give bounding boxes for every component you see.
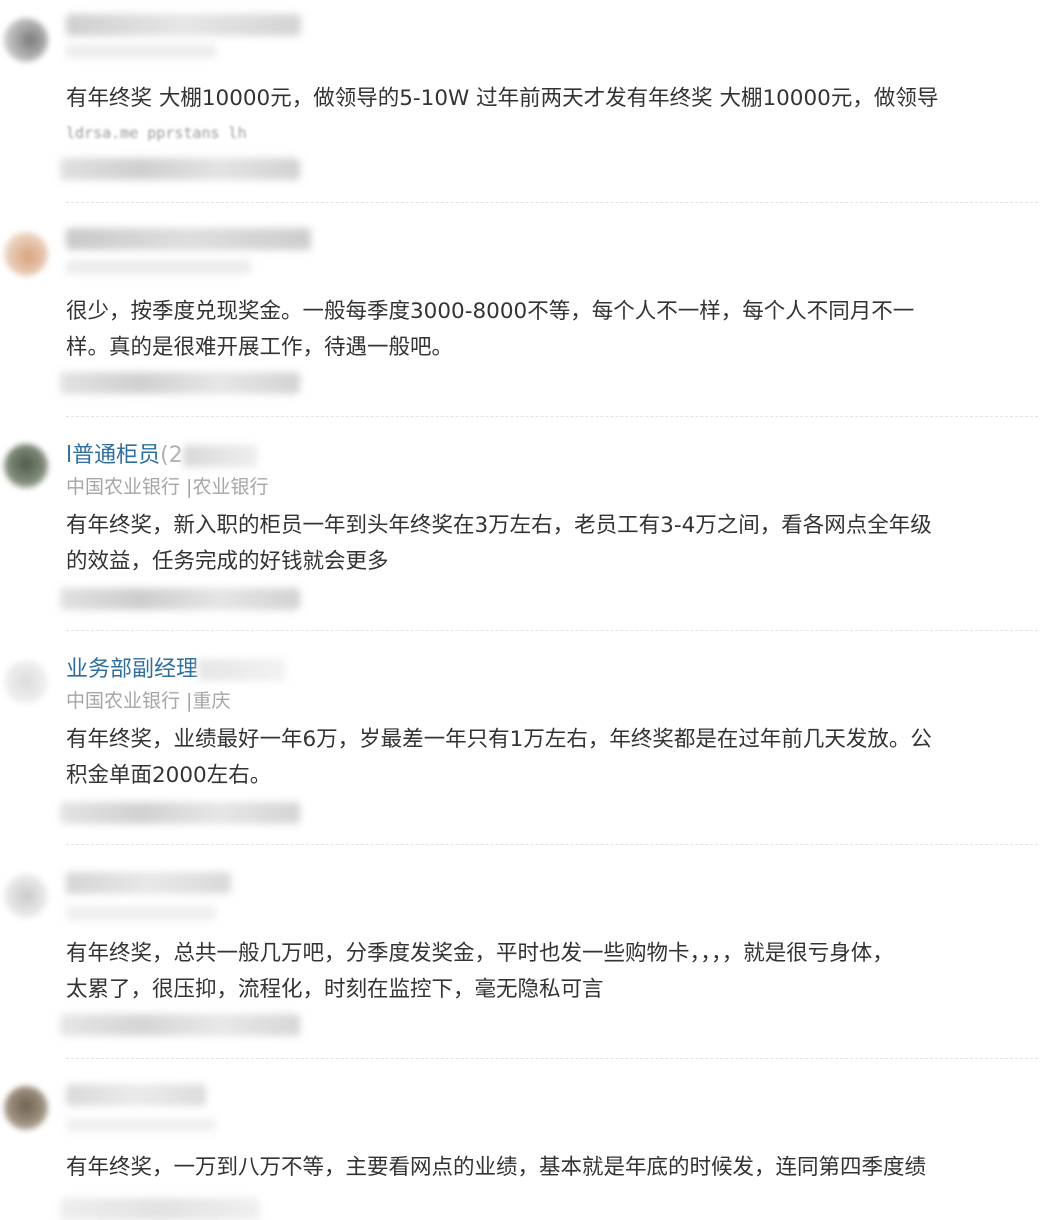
avatar[interactable] — [4, 874, 48, 918]
blurred-caption: ldrsa.me pprstans lh — [66, 124, 247, 142]
comment-meta-blurred — [60, 372, 300, 394]
comment-text: 很少，按季度兑现奖金。一般每季度3000-8000不等，每个人不一样，每个人不同… — [66, 294, 1036, 366]
avatar[interactable] — [4, 660, 48, 704]
username-text[interactable]: l普通柜员 — [66, 443, 160, 468]
username-blurred[interactable] — [66, 14, 301, 36]
divider — [66, 1058, 1038, 1059]
comment-text-line: 有年终奖，一万到八万不等，主要看网点的业绩，基本就是年底的时候发，连同第四季度绩 — [66, 1155, 927, 1180]
company-label[interactable]: 中国农业银行 |农业银行 — [66, 475, 268, 499]
username[interactable]: 业务部副经理 — [66, 657, 287, 683]
divider — [66, 416, 1038, 417]
avatar[interactable] — [4, 444, 48, 488]
comment-text: 有年终奖 大棚10000元，做领导的5-10W 过年前两天才发有年终奖 大棚10… — [66, 81, 1036, 117]
comment-meta-blurred — [60, 1198, 260, 1220]
username-blurred[interactable] — [66, 1084, 206, 1106]
comment-meta-blurred — [60, 1014, 300, 1036]
username[interactable]: l普通柜员(2 — [66, 443, 258, 469]
avatar[interactable] — [4, 1086, 48, 1130]
username-suffix-blurred — [198, 659, 287, 681]
user-meta-blurred — [66, 44, 216, 58]
divider — [66, 630, 1038, 631]
comment-meta-blurred — [60, 588, 300, 610]
comment-text: 有年终奖，总共一般几万吧，分季度发奖金，平时也发一些购物卡，，，，就是很亏身体，… — [66, 936, 1036, 1008]
user-meta-blurred — [66, 906, 216, 920]
divider — [66, 202, 1038, 203]
username-text[interactable]: 业务部副经理 — [66, 657, 198, 682]
company-label[interactable]: 中国农业银行 |重庆 — [66, 689, 230, 713]
comment-text-line: 有年终奖，业绩最好一年6万，岁最差一年只有1万左右，年终奖都是在过年前几天发放。… — [66, 727, 932, 752]
username-blurred[interactable] — [66, 228, 311, 250]
comment-meta-blurred — [60, 158, 300, 180]
comment-text-line: 样。真的是很难开展工作，待遇一般吧。 — [66, 335, 454, 360]
comment-text-line: 很少，按季度兑现奖金。一般每季度3000-8000不等，每个人不一样，每个人不同… — [66, 299, 915, 324]
comment-text-line: 太累了，很压抑，流程化，时刻在监控下，毫无隐私可言 — [66, 977, 604, 1002]
comment-text: 有年终奖，一万到八万不等，主要看网点的业绩，基本就是年底的时候发，连同第四季度绩 — [66, 1150, 1036, 1186]
comment-text: 有年终奖，新入职的柜员一年到头年终奖在3万左右，老员工有3-4万之间，看各网点全… — [66, 508, 1036, 580]
user-meta-blurred — [66, 260, 251, 274]
divider — [66, 844, 1038, 845]
avatar[interactable] — [4, 18, 48, 62]
comment-text-line: 积金单面2000左右。 — [66, 763, 272, 788]
comment-text-line: 有年终奖 大棚10000元，做领导的5-10W 过年前两天才发有年终奖 大棚10… — [66, 86, 939, 111]
comment-meta-blurred — [60, 802, 300, 824]
comment-text-line: 的效益，任务完成的好钱就会更多 — [66, 549, 389, 574]
username-suffix: (2 — [160, 443, 183, 468]
comment-text-line: 有年终奖，总共一般几万吧，分季度发奖金，平时也发一些购物卡，，，，就是很亏身体， — [66, 941, 894, 966]
comment-text: 有年终奖，业绩最好一年6万，岁最差一年只有1万左右，年终奖都是在过年前几天发放。… — [66, 722, 1036, 794]
username-suffix-blurred — [182, 445, 258, 467]
avatar[interactable] — [4, 232, 48, 276]
user-meta-blurred — [66, 1118, 216, 1132]
comment-text-line: 有年终奖，新入职的柜员一年到头年终奖在3万左右，老员工有3-4万之间，看各网点全… — [66, 513, 932, 538]
username-blurred[interactable] — [66, 872, 231, 894]
